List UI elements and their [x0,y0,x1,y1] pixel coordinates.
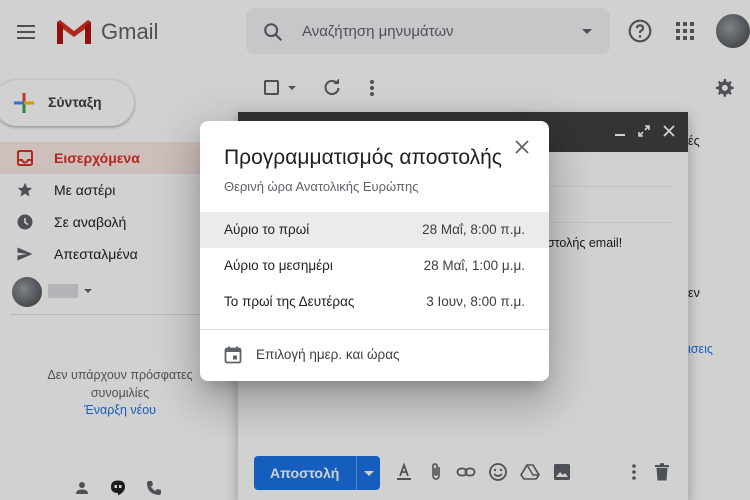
schedule-option-monday-morning[interactable]: Το πρωί της Δευτέρας 3 Ιουν, 8:00 π.μ. [200,284,549,320]
dialog-divider [200,329,549,330]
option-time: 28 Μαΐ, 8:00 π.μ. [422,222,525,237]
schedule-option-tomorrow-noon[interactable]: Αύριο το μεσημέρι 28 Μαΐ, 1:00 μ.μ. [200,248,549,284]
option-time: 28 Μαΐ, 1:00 μ.μ. [423,258,525,273]
schedule-send-dialog: Προγραμματισμός αποστολής Θερινή ώρα Ανα… [200,121,549,381]
dialog-subtitle: Θερινή ώρα Ανατολικής Ευρώπης [224,179,419,194]
schedule-option-tomorrow-morning[interactable]: Αύριο το πρωί 28 Μαΐ, 8:00 π.μ. [200,212,549,248]
pick-date-time-button[interactable]: Επιλογή ημερ. και ώρας [200,335,549,375]
option-label: Το πρωί της Δευτέρας [224,294,355,309]
dialog-title: Προγραμματισμός αποστολής [224,146,502,169]
option-time: 3 Ιουν, 8:00 π.μ. [426,294,525,309]
option-label: Αύριο το μεσημέρι [224,258,333,273]
calendar-icon [224,346,242,364]
pick-date-time-label: Επιλογή ημερ. και ώρας [256,347,400,362]
close-icon[interactable] [514,139,530,155]
option-label: Αύριο το πρωί [224,222,310,237]
